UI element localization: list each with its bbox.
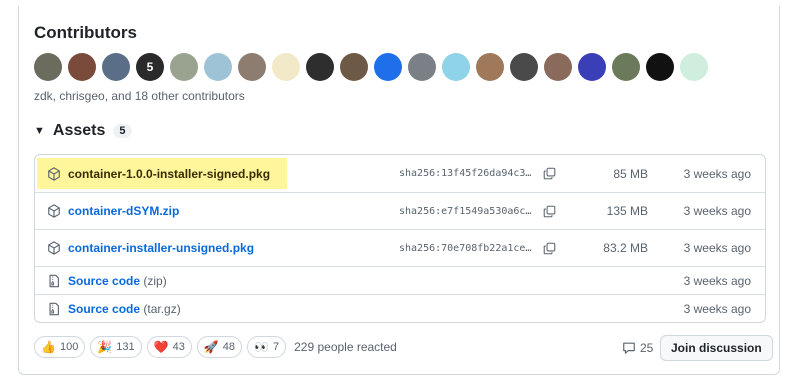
avatar-photo-1[interactable] [34,53,62,81]
avatar-photo-12[interactable] [408,53,436,81]
asset-sha: sha256:70e708fb22a1ce… [399,242,532,254]
contributors-avatars: 5 [34,53,708,81]
package-icon [48,204,60,218]
avatar-photo-19[interactable] [646,53,674,81]
reaction-button[interactable]: ❤️ 43 [146,336,192,358]
avatar-photo-7[interactable] [238,53,266,81]
source-zip-date: 3 weeks ago [683,273,751,288]
assets-heading: Assets [52,122,106,139]
source-zip-link[interactable]: Source code (zip) [68,274,167,288]
asset-date: 3 weeks ago [683,166,751,181]
asset-date: 3 weeks ago [683,241,751,255]
avatar-photo-6[interactable] [204,53,232,81]
avatar-identicon-20[interactable] [680,53,708,81]
asset-size: 85 MB [613,166,648,181]
asset-size: 135 MB [606,204,648,218]
heart-icon: ❤️ [153,340,169,354]
tada-icon: 🎉 [97,340,113,354]
comment-icon [623,342,635,354]
asset-sha: sha256:13f45f26da94c3… [399,168,532,179]
file-zip-icon [49,302,59,315]
copy-icon[interactable] [543,205,556,218]
asset-list: container-1.0.0-installer-signed.pkg sha… [34,154,766,323]
reactions-bar: 👍 100 🎉 131 ❤️ 43 🚀 48 👀 7 229 people reacted [34,336,397,358]
copy-icon[interactable] [543,167,556,180]
comment-count: 25 [640,341,654,355]
package-icon [48,241,60,255]
source-targz-date: 3 weeks ago [683,301,751,316]
reactions-summary: 229 people reacted [294,340,397,354]
asset-size: 83.2 MB [603,241,648,255]
asset-row: container-installer-unsigned.pkg sha256:… [35,229,765,266]
avatar-photo-3[interactable] [102,53,130,81]
contributors-heading: Contributors [34,23,137,42]
comments-link[interactable]: 25 [622,341,653,355]
caret-down-icon: ▼ [34,125,45,137]
package-icon [48,166,60,181]
avatar-photo-9[interactable] [306,53,334,81]
avatar-photo-10[interactable] [340,53,368,81]
asset-row: container-dSYM.zip sha256:e7f1549a530a6c… [35,192,765,229]
avatar-photo-14[interactable] [476,53,504,81]
avatar-drawing-8[interactable] [272,53,300,81]
reaction-button[interactable]: 🎉 131 [90,336,142,358]
copy-icon[interactable] [543,242,556,255]
asset-download-link[interactable]: container-dSYM.zip [68,204,179,218]
rocket-icon: 🚀 [203,340,219,354]
reaction-count: 100 [59,341,79,353]
avatar-badge-5[interactable]: 5 [136,53,164,81]
contributors-summary: zdk, chrisgeo, and 18 other contributors [34,89,245,103]
release-card: Contributors 5 zdk, chrisgeo, and 18 oth… [18,6,780,375]
source-row: Source code (zip) 3 weeks ago [35,266,765,294]
avatar-photo-2[interactable] [68,53,96,81]
eyes-icon: 👀 [254,340,269,354]
asset-download-link[interactable]: container-installer-unsigned.pkg [68,241,254,255]
source-row: Source code (tar.gz) 3 weeks ago [35,294,765,322]
source-targz-label: Source code [68,301,141,316]
asset-date: 3 weeks ago [683,204,751,218]
source-targz-link[interactable]: Source code (tar.gz) [68,302,181,316]
reaction-count: 43 [172,341,185,353]
reaction-button[interactable]: 👍 100 [34,336,86,358]
join-discussion-button[interactable]: Join discussion [660,335,773,361]
avatar-photo-5[interactable] [170,53,198,81]
reaction-count: 7 [272,341,280,353]
avatar-photo-15[interactable] [510,53,538,81]
avatar-photo-18[interactable] [612,53,640,81]
reaction-button[interactable]: 🚀 48 [196,336,243,358]
reaction-count: 48 [222,341,236,353]
asset-row: container-1.0.0-installer-signed.pkg sha… [35,155,765,192]
asset-download-link[interactable]: container-1.0.0-installer-signed.pkg [68,167,270,181]
avatar-photo-16[interactable] [544,53,572,81]
assets-toggle[interactable]: ▼ Assets 5 [34,122,132,140]
asset-sha: sha256:e7f1549a530a6c… [399,205,532,217]
file-zip-icon [49,274,59,287]
source-zip-label: Source code [68,273,141,288]
source-zip-format: (zip) [143,273,167,288]
reaction-count: 131 [116,341,135,353]
avatar-logo-13[interactable] [442,53,470,81]
reaction-button[interactable]: 👀 7 [247,336,287,358]
avatar-photo-17[interactable] [578,53,606,81]
source-targz-format: (tar.gz) [143,301,181,316]
thumbs-up-icon: 👍 [41,340,56,354]
assets-count-badge: 5 [113,124,132,138]
avatar-robot-11[interactable] [374,53,402,81]
